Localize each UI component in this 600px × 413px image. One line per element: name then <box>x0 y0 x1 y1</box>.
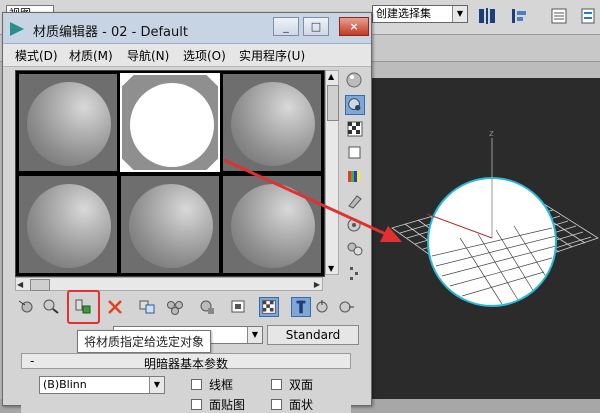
sample-slot-6[interactable] <box>222 175 322 274</box>
material-id-channel-icon[interactable] <box>229 297 249 317</box>
get-material-icon[interactable] <box>17 297 37 317</box>
sample-slot-5[interactable] <box>120 175 220 274</box>
sample-slot-2[interactable] <box>120 73 220 172</box>
close-button[interactable]: × <box>339 17 369 36</box>
arrow-right-icon[interactable]: ▶ <box>314 280 320 289</box>
selection-set-dropdown[interactable]: 创建选择集 ▼ <box>372 5 468 23</box>
shader-type-select[interactable]: (B)Blinn ▼ <box>39 376 165 394</box>
viewport-header <box>372 62 600 78</box>
shader-basic-parameters-rollout: - 明暗器基本参数 (B)Blinn ▼ 线框 双面 面贴图 面状 <box>21 353 351 413</box>
copy-material-icon[interactable] <box>137 297 157 317</box>
app-logo-icon <box>10 22 24 36</box>
assign-material-highlight-box <box>67 290 100 324</box>
material-options-icon[interactable] <box>345 215 365 235</box>
maximize-button[interactable]: □ <box>303 17 329 36</box>
chevron-down-icon: ▼ <box>149 377 164 393</box>
rollout-title: 明暗器基本参数 <box>143 357 228 371</box>
arrow-down-icon[interactable]: ▼ <box>328 264 334 273</box>
layer-manager-icon[interactable] <box>548 6 570 26</box>
minimize-button[interactable]: _ <box>273 17 299 36</box>
arrow-left-icon[interactable]: ◀ <box>17 280 23 289</box>
material-sphere <box>27 184 111 268</box>
window-title: 材质编辑器 - 02 - Default <box>33 25 188 40</box>
scene-explorer-icon[interactable] <box>578 6 600 26</box>
material-sphere <box>129 184 213 268</box>
sample-slot-4[interactable] <box>18 175 118 274</box>
select-by-material-icon[interactable] <box>345 239 365 259</box>
face-map-checkbox[interactable] <box>191 399 202 410</box>
faceted-checkbox[interactable] <box>271 399 282 410</box>
wireframe-checkbox[interactable] <box>191 379 202 390</box>
rollout-header[interactable]: - 明暗器基本参数 <box>21 353 351 371</box>
material-sphere <box>231 82 315 166</box>
reset-map-icon[interactable] <box>105 297 125 317</box>
material-navigator-icon[interactable] <box>345 263 365 283</box>
material-sphere <box>27 82 111 166</box>
show-end-result-icon[interactable] <box>291 297 311 317</box>
sample-slot-3[interactable] <box>222 73 322 172</box>
go-to-parent-icon[interactable] <box>313 297 333 317</box>
mirror-icon[interactable] <box>476 6 498 26</box>
selection-set-label: 创建选择集 <box>376 7 431 20</box>
make-preview-icon[interactable] <box>345 191 365 211</box>
menu-mode[interactable]: 模式(D) <box>15 47 58 64</box>
sample-type-sphere-icon[interactable] <box>345 71 365 91</box>
sample-slot-1[interactable] <box>18 73 118 172</box>
show-map-in-viewport-icon[interactable] <box>259 297 279 317</box>
slot-horizontal-scrollbar[interactable]: ◀ ▶ <box>15 277 323 291</box>
arrow-up-icon[interactable]: ▲ <box>328 72 334 81</box>
menu-utilities[interactable]: 实用程序(U) <box>239 47 305 64</box>
shader-type-value: (B)Blinn <box>43 378 87 391</box>
sample-slots <box>15 70 325 277</box>
menu-bar: 模式(D) 材质(M) 导航(N) 选项(O) 实用程序(U) <box>3 44 371 67</box>
material-sphere <box>231 184 315 268</box>
tooltip: 将材质指定给选定对象 <box>77 330 212 353</box>
put-to-library-icon[interactable] <box>197 297 217 317</box>
go-forward-to-sibling-icon[interactable] <box>337 297 357 317</box>
title-bar[interactable]: 材质编辑器 - 02 - Default _ □ × <box>3 13 371 44</box>
material-editor-window: 材质编辑器 - 02 - Default _ □ × 模式(D) 材质(M) 导… <box>2 12 372 413</box>
background-checker-icon[interactable] <box>345 119 365 139</box>
video-color-check-icon[interactable] <box>345 167 365 187</box>
put-to-scene-icon[interactable] <box>41 297 61 317</box>
sample-uv-tiling-icon[interactable] <box>345 143 365 163</box>
perspective-viewport[interactable]: z <box>372 78 600 399</box>
two-sided-checkbox[interactable] <box>271 379 282 390</box>
slot-vertical-scrollbar[interactable]: ▲ ▼ <box>325 70 339 275</box>
scroll-thumb[interactable] <box>30 279 50 291</box>
menu-options[interactable]: 选项(O) <box>183 47 226 64</box>
align-icon[interactable] <box>508 6 530 26</box>
material-sphere <box>130 83 214 167</box>
scroll-thumb[interactable] <box>327 85 339 121</box>
menu-navigation[interactable]: 导航(N) <box>127 47 169 64</box>
chevron-down-icon[interactable]: ▼ <box>247 327 262 343</box>
two-sided-label: 双面 <box>289 378 314 392</box>
chevron-down-icon: ▼ <box>452 6 467 22</box>
make-unique-icon[interactable] <box>165 297 185 317</box>
backlight-icon[interactable] <box>345 95 365 115</box>
z-axis-label: z <box>489 129 494 139</box>
menu-material[interactable]: 材质(M) <box>69 47 113 64</box>
wireframe-label: 线框 <box>209 378 234 392</box>
material-type-button[interactable]: Standard <box>267 325 359 345</box>
